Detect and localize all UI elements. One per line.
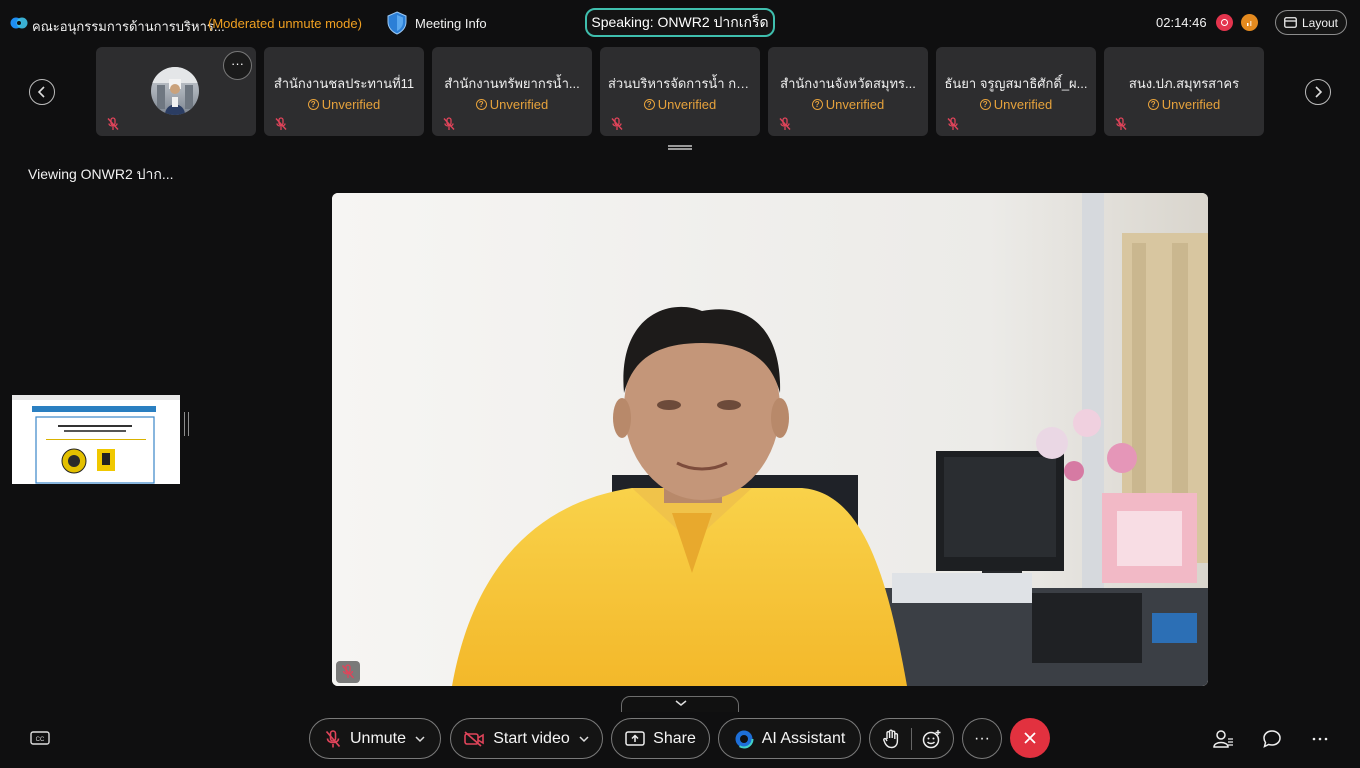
mic-muted-icon [1115, 117, 1127, 130]
speaker-muted-indicator [336, 661, 360, 683]
participant-status: ? Unverified [936, 97, 1096, 112]
participant-tile[interactable]: สนง.ปภ.สมุทรสาคร ? Unverified [1104, 47, 1264, 136]
participant-status: ? Unverified [264, 97, 424, 112]
unverified-icon: ? [1147, 99, 1159, 110]
collapse-toolbar-tab[interactable] [621, 696, 739, 712]
svg-text:CC: CC [36, 737, 45, 743]
moderated-mode-label: (Moderated unmute mode) [208, 16, 362, 31]
recording-icon[interactable] [1216, 14, 1233, 31]
viewing-label: Viewing ONWR2 ปาก... [28, 166, 174, 182]
raise-hand-icon [882, 729, 898, 748]
strip-resize-handle[interactable] [668, 145, 692, 150]
participants-icon [1213, 730, 1233, 748]
tile-more-button[interactable]: ··· [223, 51, 252, 80]
webex-logo-icon [10, 17, 28, 29]
unverified-icon: ? [811, 99, 823, 110]
layout-label: Layout [1301, 15, 1339, 30]
unverified-icon: ? [307, 99, 319, 110]
participant-tile[interactable]: สำนักงานจังหวัดสมุทร... ? Unverified [768, 47, 928, 136]
mic-muted-icon [341, 664, 355, 679]
participant-status: ? Unverified [768, 97, 928, 112]
layout-icon [1284, 17, 1297, 28]
raise-hand-button[interactable] [870, 729, 911, 749]
leave-meeting-button[interactable] [1010, 718, 1050, 758]
unmute-label: Unmute [349, 729, 407, 747]
ai-assistant-icon [734, 729, 754, 748]
close-icon [1024, 732, 1036, 744]
participant-tile[interactable]: สำนักงานชลประทานที่11 ? Unverified [264, 47, 424, 136]
chat-icon [1263, 730, 1281, 748]
strip-prev-button[interactable] [29, 79, 55, 105]
network-status-icon[interactable] [1241, 14, 1258, 31]
chevron-left-icon [37, 86, 45, 98]
mic-muted-icon [443, 117, 455, 130]
chevron-down-icon[interactable] [578, 735, 590, 743]
ai-assistant-button[interactable]: AI Assistant [718, 718, 861, 759]
meeting-info-button[interactable]: Meeting Info [415, 16, 487, 31]
participant-name: สำนักงานจังหวัดสมุทร... [780, 76, 916, 91]
participant-status: ? Unverified [600, 97, 760, 112]
shared-content-thumbnail[interactable] [12, 395, 180, 484]
unmute-button[interactable]: Unmute [309, 718, 441, 759]
reactions-group [869, 718, 954, 759]
participants-button[interactable] [1212, 728, 1234, 750]
unverified-icon: ? [643, 99, 655, 110]
participant-name: สำนักงานทรัพยากรน้ำ... [444, 76, 580, 91]
start-video-label: Start video [493, 729, 570, 747]
shield-icon[interactable] [386, 11, 408, 35]
share-screen-icon [625, 730, 645, 746]
mic-muted-icon [947, 117, 959, 130]
chevron-down-icon [675, 700, 687, 706]
more-panels-button[interactable] [1309, 728, 1331, 750]
share-label: Share [653, 729, 696, 747]
participant-status: ? Unverified [432, 97, 592, 112]
participant-name: ส่วนบริหารจัดการน้ำ กร... [608, 76, 752, 91]
mic-muted-icon [107, 117, 119, 130]
closed-captions-button[interactable]: CC [29, 728, 51, 750]
mic-muted-icon [325, 729, 341, 747]
closed-captions-icon: CC [30, 731, 50, 745]
mic-muted-icon [611, 117, 623, 130]
chevron-down-icon[interactable] [414, 735, 426, 743]
reactions-button[interactable] [912, 729, 953, 749]
unverified-icon: ? [475, 99, 487, 110]
avatar [151, 67, 199, 115]
emoji-icon [923, 729, 941, 748]
mic-muted-icon [275, 117, 287, 130]
participant-name: ธันยา จรูญสมาธิศักดิ์_ผ... [944, 76, 1088, 91]
participant-tile[interactable]: สำนักงานทรัพยากรน้ำ... ? Unverified [432, 47, 592, 136]
share-button[interactable]: Share [611, 718, 710, 759]
layout-button[interactable]: Layout [1275, 10, 1347, 35]
unverified-icon: ? [979, 99, 991, 110]
chat-button[interactable] [1261, 728, 1283, 750]
more-options-button[interactable]: ··· [962, 718, 1002, 759]
more-horizontal-icon [1312, 737, 1328, 741]
strip-next-button[interactable] [1305, 79, 1331, 105]
ai-assistant-label: AI Assistant [761, 729, 846, 747]
active-speaker-video [332, 193, 1208, 686]
start-video-button[interactable]: Start video [450, 718, 603, 759]
mic-muted-icon [779, 117, 791, 130]
chevron-right-icon [1315, 86, 1323, 98]
participant-tile[interactable]: ส่วนบริหารจัดการน้ำ กร... ? Unverified [600, 47, 760, 136]
meeting-title[interactable]: คณะอนุกรรมการด้านการบริหาร... [32, 16, 225, 37]
top-bar: คณะอนุกรรมการด้านการบริหาร... (Moderated… [0, 0, 1360, 46]
meeting-timer: 02:14:46 [1156, 15, 1207, 30]
participant-name: สนง.ปภ.สมุทรสาคร [1128, 76, 1240, 91]
active-speaker-indicator: Speaking: ONWR2 ปากเกร็ด [585, 8, 775, 37]
participant-name: สำนักงานชลประทานที่11 [273, 76, 415, 91]
participant-status: ? Unverified [1104, 97, 1264, 112]
thumbnail-resize-handle[interactable] [184, 412, 189, 436]
participant-tile-self[interactable]: ··· [96, 47, 256, 136]
participant-tile[interactable]: ธันยา จรูญสมาธิศักดิ์_ผ... ? Unverified [936, 47, 1096, 136]
video-off-icon [464, 730, 485, 747]
